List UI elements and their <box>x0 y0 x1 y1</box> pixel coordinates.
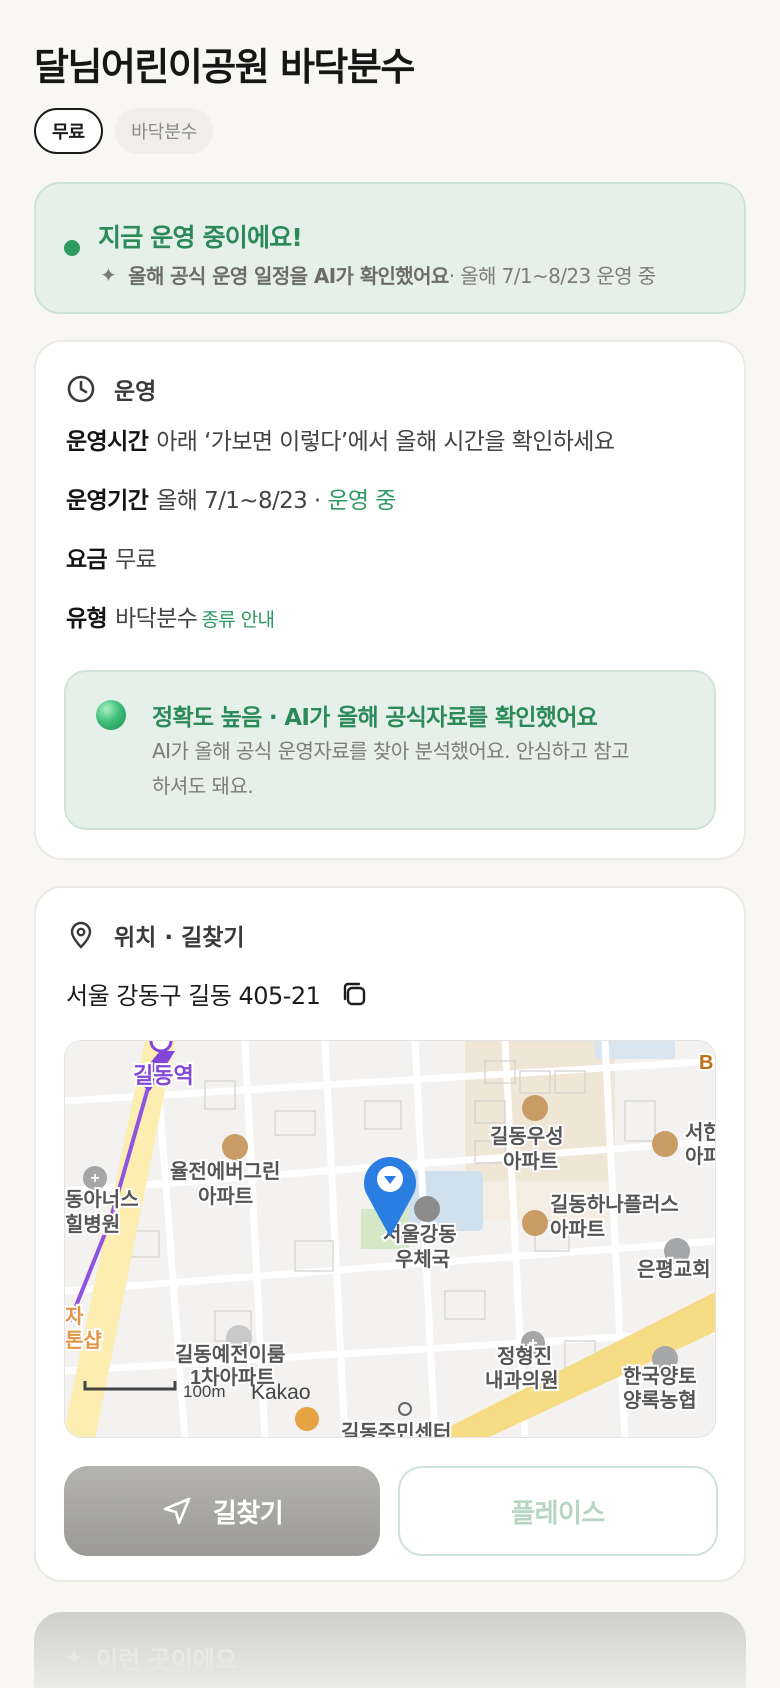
map-label-apt5b: 아파 <box>685 1145 716 1168</box>
period-row: 운영기간 올해 7/1~8/23 · 운영 중 <box>66 481 396 515</box>
accuracy-box: 정확도 높음 · AI가 올해 공식자료를 확인했어요 AI가 올해 공식 운영… <box>64 670 716 830</box>
status-banner: 지금 운영 중이에요! ✦ 올해 공식 운영 일정을 AI가 확인했어요 · 올… <box>34 182 746 314</box>
map-view[interactable]: + + 길동역 율전에버그린 아파트 길동우성 아파트 길동하나플러스 아파트 … <box>64 1040 716 1438</box>
map-label-apt1: 율전에버그린 <box>170 1160 280 1183</box>
map-label-hospb: 힐병원 <box>65 1212 120 1236</box>
map-label-edge-b: B <box>699 1052 713 1074</box>
next-section-card: ✦ 이런 곳이에요 <box>34 1612 746 1688</box>
place-button-label: 플레이스 <box>511 1498 605 1529</box>
map-label-apt2: 길동우성 <box>490 1125 564 1148</box>
hours-row: 운영시간 아래 ‘가보면 이렇다’에서 올해 시간을 확인하세요 <box>66 422 615 456</box>
detail-page: 달님어린이공원 바닥분수 무료 바닥분수 지금 운영 중이에요! ✦ 올해 공식… <box>0 0 780 1688</box>
map-label-church: 은평교회 <box>637 1258 711 1281</box>
map-label-apt3b: 아파트 <box>550 1218 605 1241</box>
fee-value: 무료 <box>115 547 157 573</box>
next-section-title: 이런 곳이에요 <box>96 1646 237 1674</box>
type-row: 유형 바닥분수 종류 안내 <box>66 599 275 633</box>
accuracy-title: 정확도 높음 · AI가 올해 공식자료를 확인했어요 <box>152 705 598 731</box>
next-section-header: ✦ 이런 곳이에요 <box>64 1640 237 1675</box>
address-text: 서울 강동구 길동 405-21 <box>66 982 321 1010</box>
map-label-hosp: 동아너스 <box>65 1188 139 1211</box>
type-value: 바닥분수 <box>115 606 198 632</box>
svg-text:+: + <box>90 1170 99 1187</box>
location-header: 위치 · 길찾기 <box>66 918 245 952</box>
period-status: 운영 중 <box>327 488 396 514</box>
sparkle-icon: ✦ <box>100 262 117 287</box>
status-headline: 지금 운영 중이에요! <box>98 223 303 252</box>
type-guide-link[interactable]: 종류 안내 <box>201 609 275 631</box>
place-button[interactable]: 플레이스 <box>398 1466 718 1556</box>
navigation-arrow-icon <box>163 1497 191 1525</box>
chip-type[interactable]: 바닥분수 <box>115 108 214 154</box>
clock-icon <box>67 375 95 403</box>
route-button[interactable]: 길찾기 <box>64 1466 380 1556</box>
ai-orb-icon <box>96 700 126 730</box>
map-label-community: 길동주민센터 <box>341 1421 451 1438</box>
period-value: 올해 7/1~8/23 · <box>156 488 328 514</box>
map-scale: 100m <box>183 1382 226 1401</box>
fee-label: 요금 <box>66 547 108 573</box>
map-label-edge1: 자 <box>65 1305 84 1328</box>
map-label-apt1b: 아파트 <box>198 1185 253 1208</box>
map-label-bank: 한국양토 <box>623 1365 697 1388</box>
status-subtext: ✦ 올해 공식 운영 일정을 AI가 확인했어요 · 올해 7/1~8/23 운… <box>98 260 656 289</box>
map-label-apt4: 길동예전이룸 <box>175 1343 285 1366</box>
tag-chips: 무료 바닥분수 <box>34 108 214 154</box>
fee-row: 요금 무료 <box>66 540 157 574</box>
operation-title: 운영 <box>114 379 157 405</box>
map-brand: Kakao <box>251 1381 311 1404</box>
map-label-clinic: 정형진 <box>497 1345 552 1368</box>
accuracy-body: AI가 올해 공식 운영자료를 찾아 분석했어요. 안심하고 참고하셔도 돼요. <box>152 739 630 798</box>
map-label-station: 길동역 <box>133 1063 194 1088</box>
operation-header: 운영 <box>66 372 156 406</box>
type-label: 유형 <box>66 606 108 632</box>
address-row: 서울 강동구 길동 405-21 <box>66 976 368 1011</box>
map-label-apt3: 길동하나플러스 <box>550 1193 679 1216</box>
sparkle-icon: ✦ <box>64 1643 85 1672</box>
map-label-edge2: 톤샵 <box>65 1329 102 1352</box>
copy-icon[interactable] <box>340 980 368 1008</box>
map-label-postb: 우체국 <box>395 1248 450 1271</box>
page-title: 달님어린이공원 바닥분수 <box>34 45 415 89</box>
location-card: 위치 · 길찾기 서울 강동구 길동 405-21 + + 길동역 율전에버그린… <box>34 886 746 1582</box>
map-label-bankb: 양록농협 <box>623 1389 697 1412</box>
chip-free[interactable]: 무료 <box>34 108 104 154</box>
status-sub-rest: · 올해 7/1~8/23 운영 중 <box>448 264 656 288</box>
map-label-apt5: 서한 <box>685 1121 716 1144</box>
map-label-apt2b: 아파트 <box>503 1150 558 1173</box>
map-label-clinicb: 내과의원 <box>485 1369 559 1392</box>
status-sub-bold: 올해 공식 운영 일정을 AI가 확인했어요 <box>128 264 449 288</box>
status-dot-icon <box>64 240 80 256</box>
hours-label: 운영시간 <box>66 429 149 455</box>
hours-value: 아래 ‘가보면 이렇다’에서 올해 시간을 확인하세요 <box>156 429 615 455</box>
operation-card: 운영 운영시간 아래 ‘가보면 이렇다’에서 올해 시간을 확인하세요 운영기간 올… <box>34 340 746 860</box>
location-title: 위치 · 길찾기 <box>114 925 245 951</box>
route-button-label: 길찾기 <box>212 1498 284 1529</box>
period-label: 운영기간 <box>66 488 149 514</box>
location-pin-icon <box>70 921 92 949</box>
